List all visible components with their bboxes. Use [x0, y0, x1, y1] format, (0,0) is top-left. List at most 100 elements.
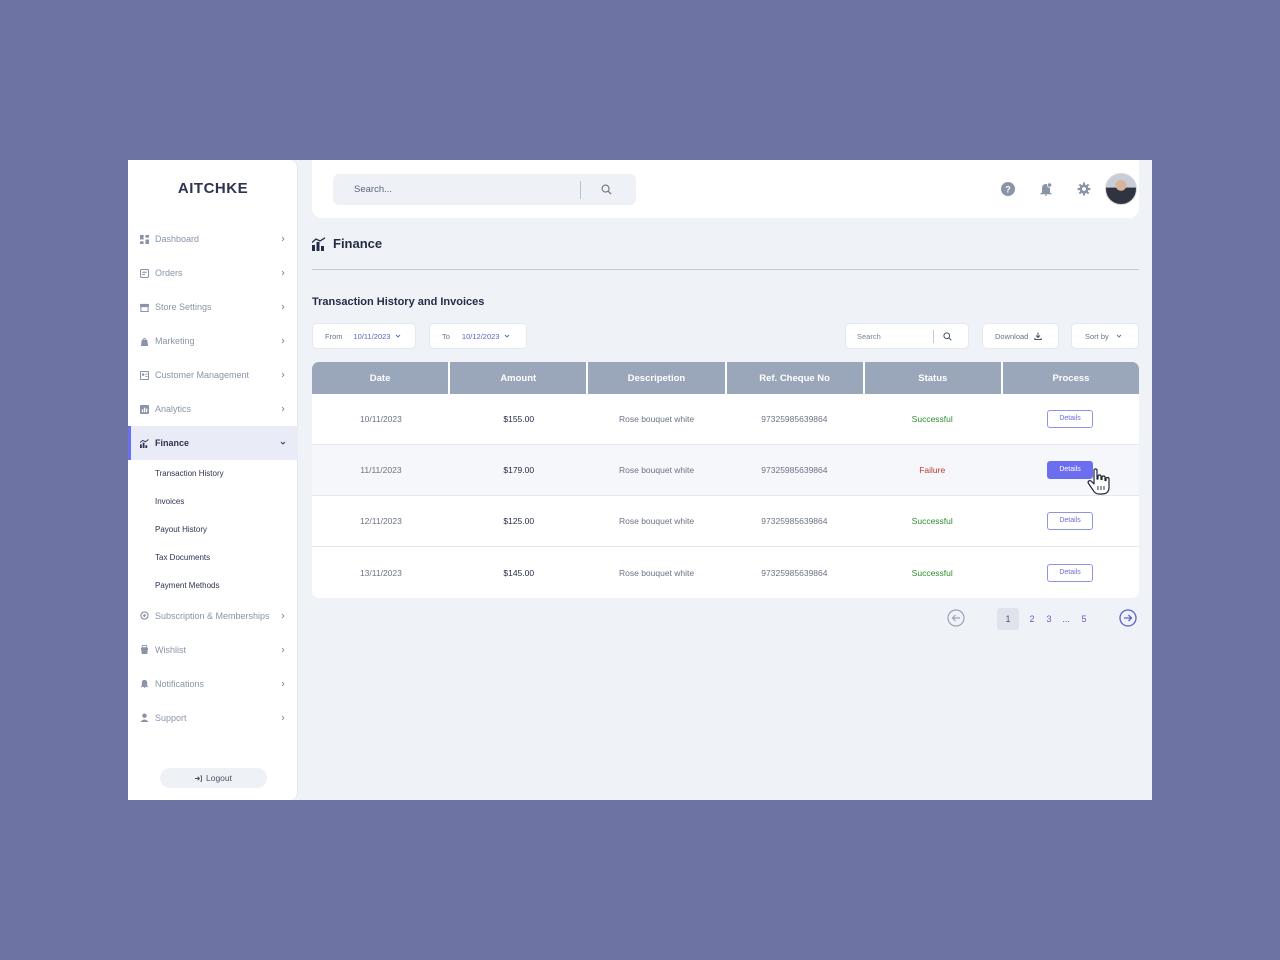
sidebar-item-finance[interactable]: Finance: [128, 426, 298, 460]
column-header-date[interactable]: Date: [312, 362, 451, 394]
sidebar-item-wishlist[interactable]: Wishlist: [128, 633, 298, 667]
details-button[interactable]: Details: [1047, 410, 1094, 428]
sidebar-item-dashboard[interactable]: Dashboard: [128, 222, 298, 256]
column-header-amount[interactable]: Amount: [450, 362, 589, 394]
table-row: 12/11/2023 $125.00 Rose bouquet white 97…: [312, 496, 1139, 547]
to-date-picker[interactable]: To 10/12/2023: [429, 323, 527, 349]
gear-icon[interactable]: [1077, 182, 1091, 196]
finance-icon: [140, 438, 149, 448]
sidebar-item-label: Analytics: [155, 404, 192, 414]
dashboard-icon: [140, 234, 149, 244]
sidebar-item-subscription[interactable]: Subscription & Memberships: [128, 599, 298, 633]
submenu-item-tax-documents[interactable]: Tax Documents: [128, 543, 298, 571]
hand-cursor-icon: [1087, 468, 1110, 495]
download-label: Download: [995, 331, 1029, 341]
column-header-ref-cheque[interactable]: Ref. Cheque No: [727, 362, 865, 394]
download-button[interactable]: Download: [982, 323, 1059, 349]
topbar-actions: ?: [959, 160, 1139, 218]
page-title: Finance: [312, 236, 382, 251]
logout-button[interactable]: Logout: [160, 768, 267, 788]
cell-process: Details: [1001, 563, 1139, 582]
cell-status: Successful: [911, 567, 953, 578]
cell-date: 11/11/2023: [360, 465, 402, 475]
page-button[interactable]: 3: [1041, 608, 1057, 630]
logout-label: Logout: [206, 773, 232, 783]
cell-status: Failure: [919, 465, 946, 475]
avatar[interactable]: [1105, 173, 1137, 205]
sort-label: Sort by: [1085, 331, 1109, 341]
cell-description: Rose bouquet white: [619, 414, 695, 424]
sidebar-item-customer-management[interactable]: Customer Management: [128, 358, 298, 392]
cell-amount: $145.00: [503, 567, 535, 578]
cell-description: Rose bouquet white: [619, 516, 695, 526]
sidebar-item-notifications[interactable]: Notifications: [128, 667, 298, 701]
details-button[interactable]: Details: [1047, 563, 1094, 582]
transactions-table: Date Amount Descripetion Ref. Cheque No …: [312, 362, 1139, 598]
sidebar-item-store-settings[interactable]: Store Settings: [128, 290, 298, 324]
chevron-right-icon: [280, 406, 286, 412]
chevron-down-icon: [504, 333, 510, 339]
sidebar-item-marketing[interactable]: Marketing: [128, 324, 298, 358]
from-date-value: 10/11/2023: [353, 331, 391, 341]
global-search: [333, 174, 636, 205]
cell-date: 12/11/2023: [359, 516, 402, 526]
page-button[interactable]: 1: [997, 608, 1019, 630]
column-header-description[interactable]: Descripetion: [588, 362, 727, 394]
support-icon: [140, 713, 149, 723]
sort-dropdown[interactable]: Sort by: [1071, 323, 1139, 349]
table-search-input[interactable]: [857, 331, 933, 341]
sidebar: AITCHKE Dashboard Orders Store Settings …: [128, 160, 298, 800]
page-title-text: Finance: [333, 236, 383, 251]
chevron-right-icon: [280, 647, 286, 653]
column-header-status[interactable]: Status: [865, 362, 1003, 394]
search-icon[interactable]: [601, 184, 612, 195]
sidebar-item-label: Orders: [155, 268, 183, 278]
help-icon[interactable]: ?: [1001, 182, 1015, 196]
app-window: AITCHKE Dashboard Orders Store Settings …: [128, 160, 1152, 800]
search-divider: [580, 180, 581, 199]
sidebar-item-support[interactable]: Support: [128, 701, 298, 735]
search-divider: [933, 329, 934, 343]
sidebar-item-label: Notifications: [155, 678, 205, 689]
finance-icon: [312, 236, 326, 251]
sidebar-item-label: Customer Management: [155, 370, 250, 380]
table-search: [845, 323, 969, 349]
submenu-item-payment-methods[interactable]: Payment Methods: [128, 571, 298, 599]
cell-amount: $125.00: [503, 516, 535, 526]
sidebar-item-label: Wishlist: [155, 644, 186, 655]
cell-status: Successful: [911, 516, 953, 526]
bell-icon[interactable]: [1039, 182, 1053, 196]
sidebar-item-analytics[interactable]: Analytics: [128, 392, 298, 426]
table-row: 13/11/2023 $145.00 Rose bouquet white 97…: [312, 547, 1139, 598]
cell-ref: 97325985639864: [761, 516, 828, 526]
page-button[interactable]: 2: [1024, 608, 1040, 630]
submenu-item-invoices[interactable]: Invoices: [128, 488, 298, 516]
finance-submenu: Transaction History Invoices Payout Hist…: [128, 460, 298, 599]
prev-page-button[interactable]: [947, 609, 965, 627]
heading-divider: [312, 269, 1139, 270]
submenu-item-transaction-history[interactable]: Transaction History: [128, 460, 298, 488]
sidebar-item-label: Subscription & Memberships: [155, 610, 270, 621]
from-date-picker[interactable]: From 10/11/2023: [312, 323, 416, 349]
store-icon: [140, 303, 149, 312]
table-row: 11/11/2023 $179.00 Rose bouquet white 97…: [312, 445, 1139, 496]
orders-icon: [140, 268, 149, 278]
chevron-down-icon: [395, 333, 401, 339]
cell-ref: 97325985639864: [761, 567, 828, 578]
sidebar-nav: Dashboard Orders Store Settings Marketin…: [128, 222, 298, 735]
subscription-icon: [140, 611, 149, 621]
page-button[interactable]: 5: [1076, 608, 1092, 630]
submenu-item-payout-history[interactable]: Payout History: [128, 516, 298, 544]
search-input[interactable]: [354, 184, 580, 195]
details-button[interactable]: Details: [1047, 512, 1094, 530]
sidebar-item-label: Store Settings: [155, 302, 212, 312]
chevron-right-icon: [280, 270, 286, 276]
logout-icon: [195, 774, 202, 782]
sidebar-item-label: Finance: [155, 438, 190, 448]
search-icon[interactable]: [943, 331, 952, 341]
column-header-process[interactable]: Process: [1003, 362, 1139, 394]
chevron-down-icon: [1116, 333, 1122, 339]
chevron-right-icon: [280, 715, 286, 721]
sidebar-item-orders[interactable]: Orders: [128, 256, 298, 290]
next-page-button[interactable]: [1119, 609, 1137, 627]
